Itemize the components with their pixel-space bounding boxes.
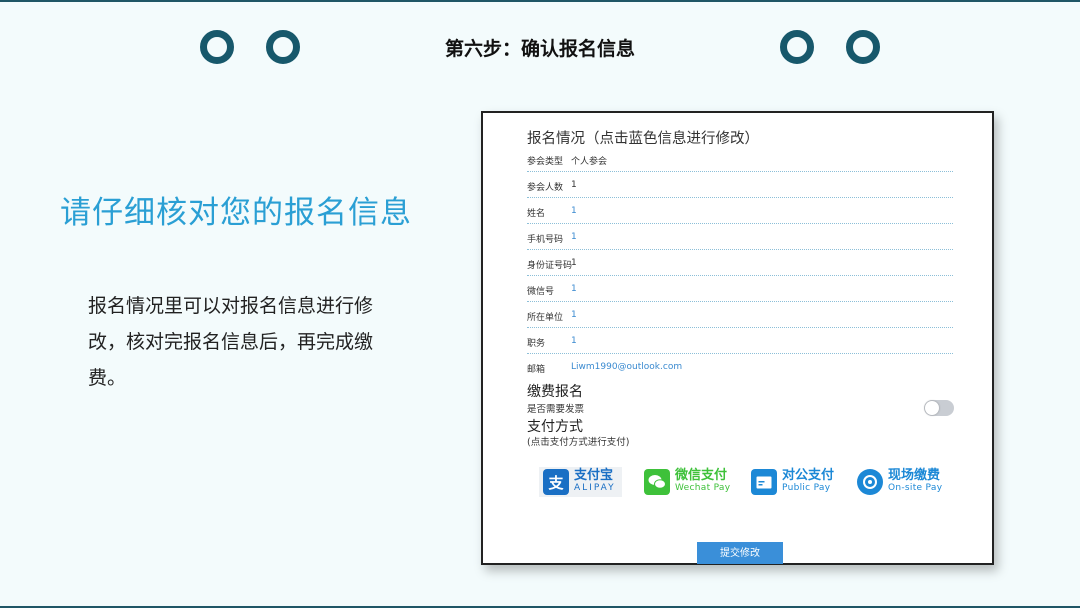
wechat-pay-text: 微信支付 Wechat Pay [675,469,730,495]
pay-label-en: Wechat Pay [675,483,731,493]
form-row-name[interactable]: 姓名 1 [527,198,953,224]
public-pay-button[interactable]: 对公支付 Public Pay [751,467,834,497]
pay-label-cn: 微信支付 [675,468,728,483]
onsite-pay-button[interactable]: 现场缴费 On-site Pay [857,467,942,497]
invoice-label: 是否需要发票 [527,404,585,415]
fee-section-title: 缴费报名 [527,384,583,400]
row-value-link[interactable]: Liwm1990@outlook.com [571,362,682,372]
wechat-pay-button[interactable]: 微信支付 Wechat Pay [644,467,730,497]
registration-form-card: 报名情况（点击蓝色信息进行修改） 参会类型 个人参会 参会人数 1 姓名 1 手… [481,111,994,565]
card-icon [751,469,777,495]
alipay-button[interactable]: 支 支付宝 ALIPAY [539,467,622,497]
row-label: 手机号码 [527,235,564,245]
row-value-link[interactable]: 1 [571,284,577,294]
pay-label-en: Public Pay [782,483,831,493]
headline: 请仔细核对您的报名信息 [60,195,412,231]
public-pay-text: 对公支付 Public Pay [782,469,834,495]
pay-label-cn: 对公支付 [782,468,835,483]
row-label: 参会类型 [527,157,564,167]
invoice-toggle[interactable] [924,400,954,416]
form-row-phone[interactable]: 手机号码 1 [527,224,953,250]
payment-hint: (点击支付方式进行支付) [527,437,630,448]
payment-section-title: 支付方式 [527,419,583,435]
form-row-wechat[interactable]: 微信号 1 [527,276,953,302]
row-value[interactable]: 1 [571,258,577,268]
form-row-attendee-count: 参会人数 1 [527,172,953,198]
pay-label-en: ALIPAY [574,483,616,493]
form-row-id-number[interactable]: 身份证号码 1 [527,250,953,276]
alipay-logo-box: 支 支付宝 ALIPAY [539,467,622,497]
toggle-knob [925,401,939,415]
description-text: 报名情况里可以对报名信息进行修改，核对完报名信息后，再完成缴费。 [88,295,374,389]
row-value-link[interactable]: 1 [571,336,577,346]
row-label: 参会人数 [527,183,564,193]
form-row-position[interactable]: 职务 1 [527,328,953,354]
onsite-icon [857,469,883,495]
row-label: 职务 [527,339,546,349]
page-title: 第六步：确认报名信息 [444,38,635,60]
submit-changes-button[interactable]: 提交修改 [697,542,783,564]
row-value-link[interactable]: 1 [571,310,577,320]
row-label: 所在单位 [527,313,564,323]
form-row-company[interactable]: 所在单位 1 [527,302,953,328]
row-value-link[interactable]: 1 [571,232,577,242]
row-label: 身份证号码 [527,261,573,271]
alipay-icon: 支 [543,469,569,495]
row-label: 微信号 [527,287,555,297]
form-row-email[interactable]: 邮箱 Liwm1990@outlook.com [527,354,953,380]
wechat-icon [644,469,670,495]
pay-label-en: On-site Pay [888,483,943,493]
row-value: 1 [571,180,577,190]
row-label: 邮箱 [527,365,546,375]
pay-label-cn: 现场缴费 [888,468,941,483]
row-value: 个人参会 [571,157,608,167]
alipay-text: 支付宝 ALIPAY [574,469,616,495]
form-title: 报名情况（点击蓝色信息进行修改） [527,131,759,147]
onsite-pay-text: 现场缴费 On-site Pay [888,469,942,495]
pay-label-cn: 支付宝 [574,468,614,483]
row-label: 姓名 [527,209,546,219]
form-row-attend-type: 参会类型 个人参会 [527,146,953,172]
row-value-link[interactable]: 1 [571,206,577,216]
